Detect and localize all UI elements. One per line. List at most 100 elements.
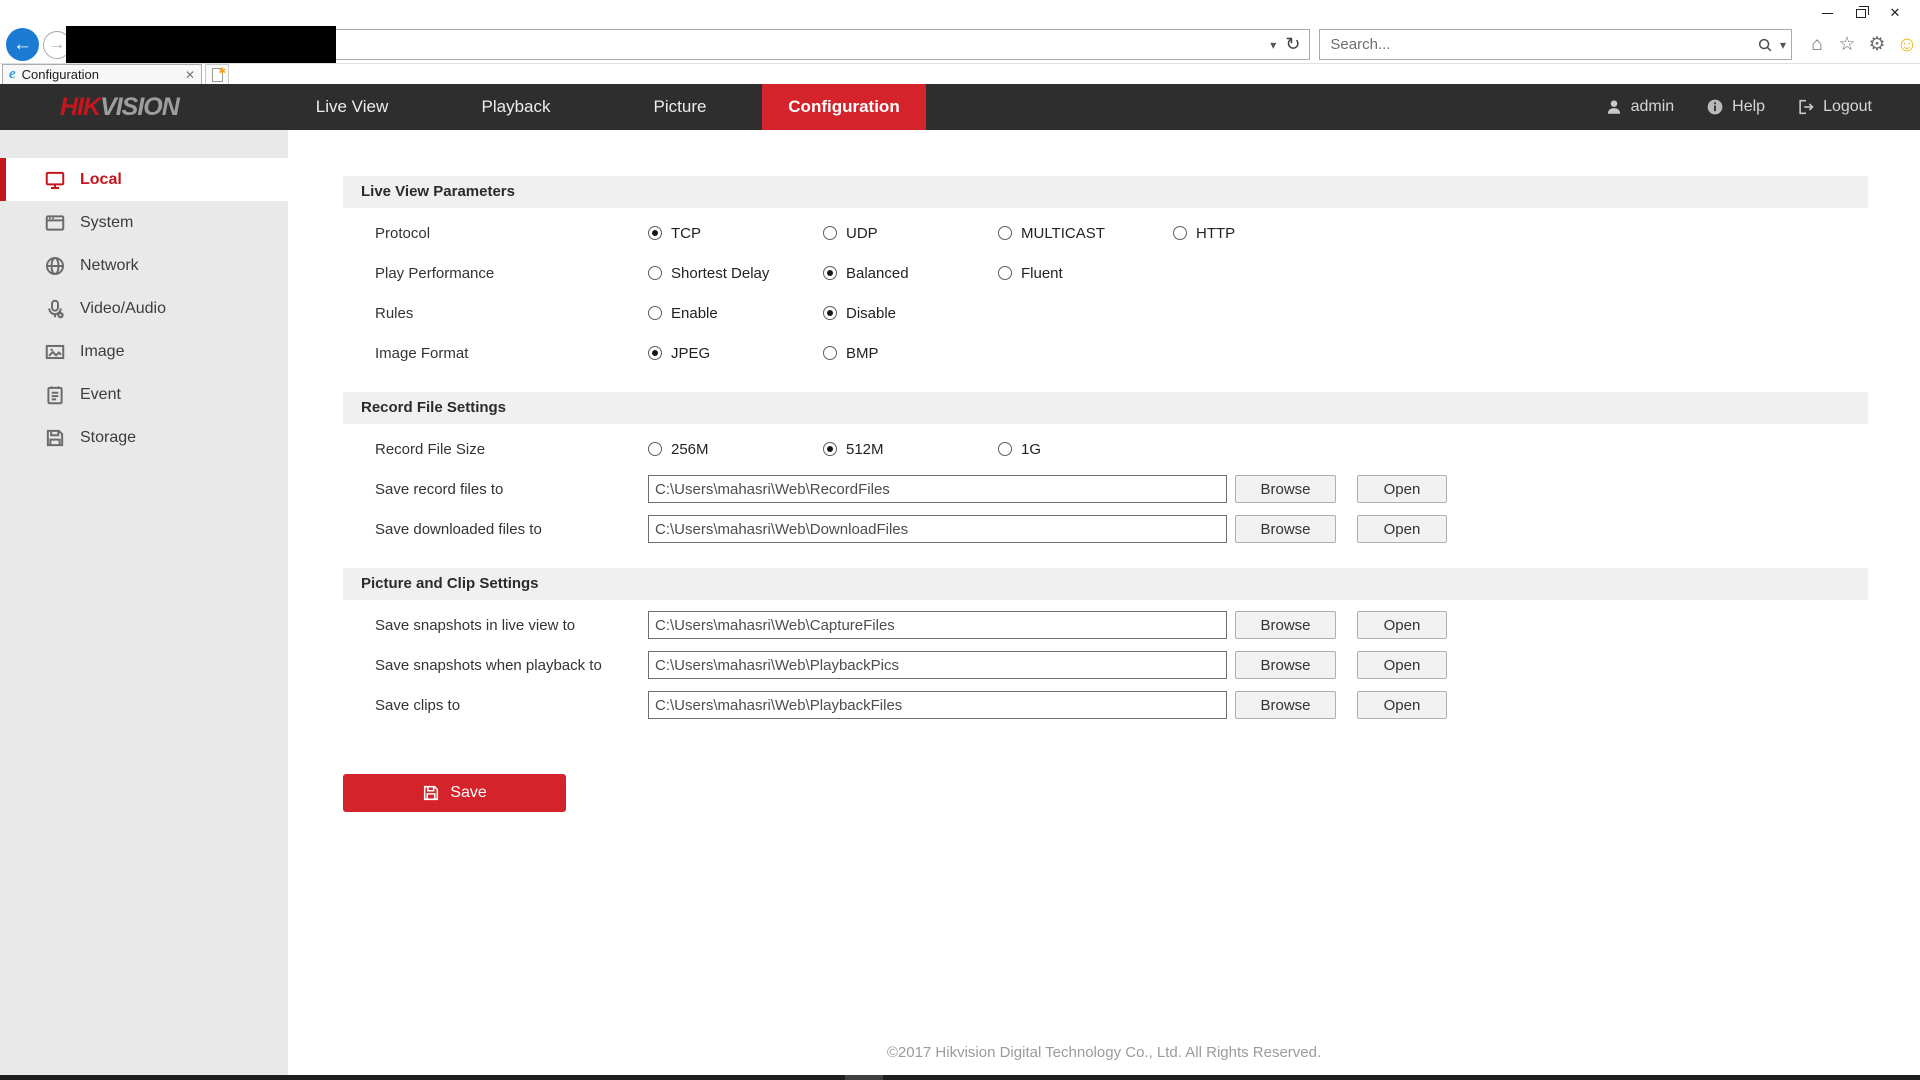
window-minimize-button[interactable] <box>1810 2 1844 24</box>
radio-button[interactable] <box>998 266 1012 280</box>
feedback-smiley-icon[interactable]: ☺ <box>1894 33 1920 57</box>
browser-back-button[interactable]: ← <box>6 28 39 61</box>
radio-button[interactable] <box>823 346 837 360</box>
info-icon <box>1706 98 1724 116</box>
radio-option-jpeg[interactable]: JPEG <box>648 345 823 362</box>
sidebar-item-label: Image <box>80 343 124 361</box>
nav-item-live-view[interactable]: Live View <box>270 84 434 130</box>
browse-button[interactable]: Browse <box>1235 515 1336 543</box>
address-bar[interactable]: ▾ ↻ <box>77 29 1310 60</box>
address-dropdown-icon[interactable]: ▾ <box>1265 38 1281 52</box>
radio-button[interactable] <box>648 266 662 280</box>
sidebar-item-system[interactable]: System <box>0 201 288 244</box>
radio-label: 256M <box>671 441 709 458</box>
tab-configuration[interactable]: e Configuration ✕ <box>2 64 202 84</box>
radio-option-udp[interactable]: UDP <box>823 225 998 242</box>
open-button[interactable]: Open <box>1357 515 1447 543</box>
search-dropdown-icon[interactable]: ▾ <box>1775 38 1791 52</box>
radio-button[interactable] <box>998 442 1012 456</box>
copyright-footer: ©2017 Hikvision Digital Technology Co., … <box>288 1044 1920 1061</box>
radio-button[interactable] <box>648 226 662 240</box>
radio-option-enable[interactable]: Enable <box>648 305 823 322</box>
taskbar-edge <box>0 1075 1920 1080</box>
path-input-save-record-files-to[interactable] <box>648 475 1227 503</box>
sidebar-item-image[interactable]: Image <box>0 330 288 373</box>
radio-button[interactable] <box>1173 226 1187 240</box>
sidebar-item-storage[interactable]: Storage <box>0 416 288 459</box>
path-input-save-snapshots-in-live-view-to[interactable] <box>648 611 1227 639</box>
radio-option-bmp[interactable]: BMP <box>823 345 998 362</box>
form-row-save-snapshots-in-live-view-to: Save snapshots in live view toBrowseOpen <box>343 605 1920 645</box>
radio-option-balanced[interactable]: Balanced <box>823 265 998 282</box>
window-close-button[interactable]: ✕ <box>1878 2 1912 24</box>
field-label: Save record files to <box>343 481 648 498</box>
radio-option-512m[interactable]: 512M <box>823 441 998 458</box>
radio-button[interactable] <box>998 226 1012 240</box>
nav-item-picture[interactable]: Picture <box>598 84 762 130</box>
main-content: Live View ParametersProtocolTCPUDPMULTIC… <box>288 130 1920 1075</box>
favorites-star-icon[interactable]: ☆ <box>1834 33 1860 56</box>
path-input-save-snapshots-when-playback-to[interactable] <box>648 651 1227 679</box>
nav-item-configuration[interactable]: Configuration <box>762 84 926 130</box>
user-menu[interactable]: admin <box>1605 98 1675 116</box>
sidebar-item-event[interactable]: Event <box>0 373 288 416</box>
radio-option-256m[interactable]: 256M <box>648 441 823 458</box>
search-input[interactable] <box>1320 36 1757 53</box>
open-button[interactable]: Open <box>1357 651 1447 679</box>
settings-gear-icon[interactable]: ⚙ <box>1864 33 1890 56</box>
radio-button[interactable] <box>648 442 662 456</box>
logo-part2: VISION <box>100 93 179 121</box>
open-button[interactable]: Open <box>1357 475 1447 503</box>
sidebar-item-video-audio[interactable]: Video/Audio <box>0 287 288 330</box>
sidebar-item-network[interactable]: Network <box>0 244 288 287</box>
browse-button[interactable]: Browse <box>1235 475 1336 503</box>
radio-option-multicast[interactable]: MULTICAST <box>998 225 1173 242</box>
form-row-save-clips-to: Save clips toBrowseOpen <box>343 685 1920 725</box>
radio-option-disable[interactable]: Disable <box>823 305 998 322</box>
browser-tab-row: e Configuration ✕ ✱ <box>0 64 1920 84</box>
help-link[interactable]: Help <box>1706 98 1765 116</box>
new-tab-button[interactable]: ✱ <box>205 64 229 84</box>
save-button[interactable]: Save <box>343 774 566 812</box>
path-input-save-downloaded-files-to[interactable] <box>648 515 1227 543</box>
taskbar-edge-segment <box>845 1075 883 1080</box>
path-input-save-clips-to[interactable] <box>648 691 1227 719</box>
radio-option-tcp[interactable]: TCP <box>648 225 823 242</box>
radio-label: UDP <box>846 225 878 242</box>
browser-search-box[interactable]: ▾ <box>1319 29 1792 60</box>
open-button[interactable]: Open <box>1357 691 1447 719</box>
radio-button[interactable] <box>823 226 837 240</box>
close-icon: ✕ <box>1890 5 1901 21</box>
radio-option-fluent[interactable]: Fluent <box>998 265 1173 282</box>
app-header-right: admin Help Logout <box>1605 84 1872 130</box>
sidebar-item-label: Network <box>80 257 139 275</box>
radio-option-http[interactable]: HTTP <box>1173 225 1348 242</box>
radio-button[interactable] <box>648 306 662 320</box>
refresh-icon[interactable]: ↻ <box>1281 34 1309 55</box>
browse-button[interactable]: Browse <box>1235 611 1336 639</box>
sidebar-item-local[interactable]: Local <box>0 158 288 201</box>
mic-icon <box>44 298 66 320</box>
home-icon[interactable]: ⌂ <box>1804 34 1830 56</box>
logout-link[interactable]: Logout <box>1797 98 1872 116</box>
radio-button[interactable] <box>823 442 837 456</box>
tab-close-icon[interactable]: ✕ <box>185 68 195 82</box>
browse-button[interactable]: Browse <box>1235 651 1336 679</box>
open-button[interactable]: Open <box>1357 611 1447 639</box>
search-icon[interactable] <box>1757 37 1775 53</box>
radio-button[interactable] <box>648 346 662 360</box>
window-restore-button[interactable] <box>1844 2 1878 24</box>
nav-item-playback[interactable]: Playback <box>434 84 598 130</box>
globe-icon <box>44 255 66 277</box>
browser-toolbar-icons: ⌂ ☆ ⚙ ☺ <box>1804 33 1920 57</box>
user-icon <box>1605 98 1623 116</box>
main-nav: Live ViewPlaybackPictureConfiguration <box>270 84 926 130</box>
sidebar-item-label: Local <box>80 171 122 189</box>
browse-button[interactable]: Browse <box>1235 691 1336 719</box>
radio-button[interactable] <box>823 266 837 280</box>
radio-option-1g[interactable]: 1G <box>998 441 1173 458</box>
radio-button[interactable] <box>823 306 837 320</box>
section-header-picture-and-clip-settings: Picture and Clip Settings <box>343 568 1868 600</box>
ie-favicon: e <box>9 67 16 82</box>
radio-option-shortest-delay[interactable]: Shortest Delay <box>648 265 823 282</box>
